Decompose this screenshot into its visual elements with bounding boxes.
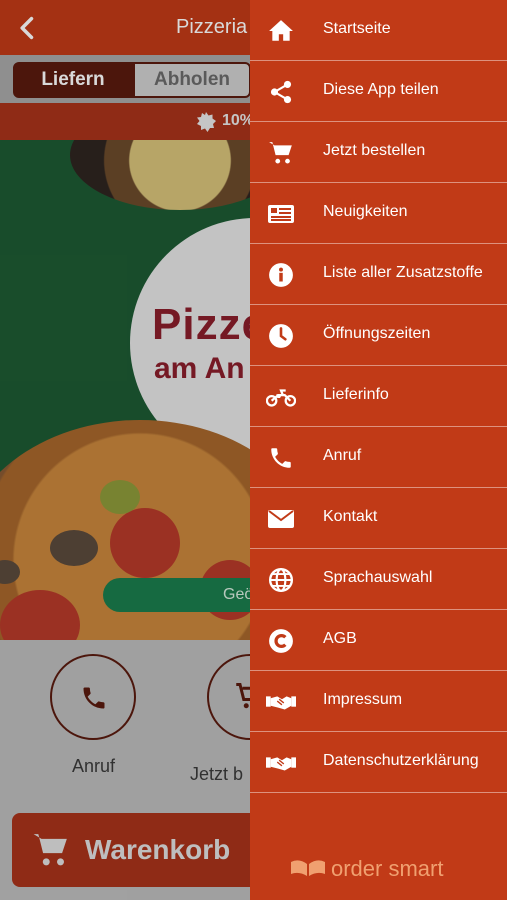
menu-item-order-now[interactable]: Jetzt bestellen	[250, 122, 507, 183]
order-smart-logo-icon	[291, 860, 325, 876]
menu-item-label: Liste aller Zusatzstoffe	[323, 264, 483, 281]
menu-item-imprint[interactable]: Impressum	[250, 671, 507, 732]
menu-item-label: Impressum	[323, 691, 403, 708]
phone-icon	[266, 445, 296, 471]
handshake-icon	[266, 689, 296, 715]
menu-item-opening-hours[interactable]: Öffnungszeiten	[250, 305, 507, 366]
menu-item-label: Startseite	[323, 20, 391, 37]
menu-item-terms[interactable]: AGB	[250, 610, 507, 671]
menu-item-delivery-info[interactable]: Lieferinfo	[250, 366, 507, 427]
info-icon	[266, 262, 296, 288]
home-icon	[266, 18, 296, 44]
globe-icon	[266, 567, 296, 593]
motorcycle-icon	[266, 384, 296, 410]
menu-item-label: AGB	[323, 630, 357, 647]
menu-item-label: Jetzt bestellen	[323, 142, 426, 159]
menu-item-label: Öffnungszeiten	[323, 325, 431, 342]
cart-icon	[266, 140, 296, 166]
menu-item-label: Datenschutzerklärung	[323, 752, 479, 769]
menu-item-label: Neuigkeiten	[323, 203, 408, 220]
menu-item-label: Anruf	[323, 447, 362, 464]
menu-item-additives[interactable]: Liste aller Zusatzstoffe	[250, 244, 507, 305]
menu-item-privacy[interactable]: Datenschutzerklärung	[250, 732, 507, 793]
menu-item-contact[interactable]: Kontakt	[250, 488, 507, 549]
menu-item-call[interactable]: Anruf	[250, 427, 507, 488]
menu-item-language[interactable]: Sprachauswahl	[250, 549, 507, 610]
menu-item-label: Sprachauswahl	[323, 569, 433, 586]
clock-icon	[266, 323, 296, 349]
newspaper-icon	[266, 201, 296, 227]
copyright-icon	[266, 628, 296, 654]
menu-item-label: Kontakt	[323, 508, 378, 525]
menu-item-news[interactable]: Neuigkeiten	[250, 183, 507, 244]
menu-item-startseite[interactable]: Startseite	[250, 0, 507, 61]
menu-item-share-app[interactable]: Diese App teilen	[250, 61, 507, 122]
handshake-icon	[266, 750, 296, 776]
navigation-drawer: Startseite Diese App teilen Jetzt bestel…	[250, 0, 507, 900]
envelope-icon	[266, 506, 296, 532]
share-icon	[266, 79, 296, 105]
menu-item-label: Lieferinfo	[323, 386, 389, 403]
menu-item-label: Diese App teilen	[323, 81, 439, 98]
brand-name: order smart	[331, 856, 444, 881]
